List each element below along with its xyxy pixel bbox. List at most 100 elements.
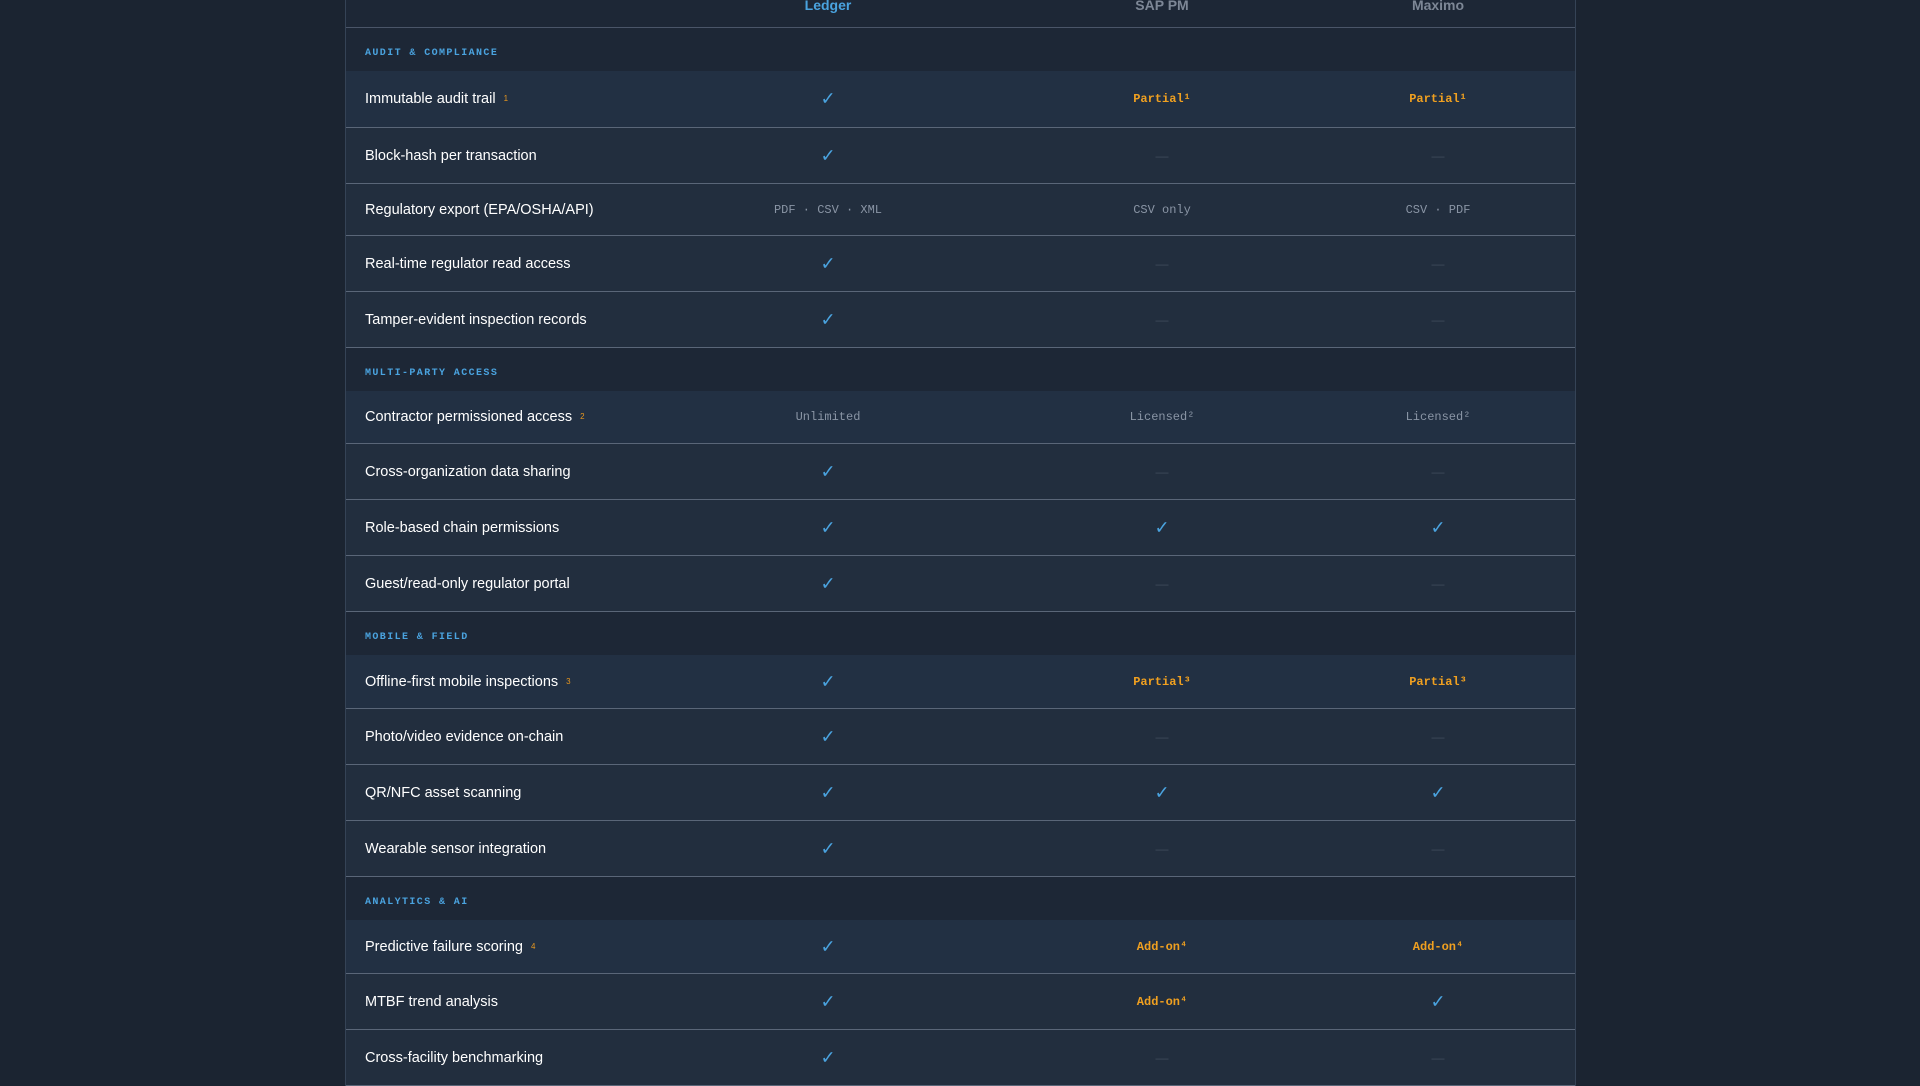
table-row: Contractor permissioned access 2 Unlimited…: [346, 391, 1575, 444]
feature-text: Predictive failure scoring: [365, 938, 523, 955]
dash-icon: —: [1431, 256, 1445, 271]
table-body: AUDIT & COMPLIANCE Immutable audit trail 1…: [346, 28, 1575, 1086]
table-row: QR/NFC asset scanning ✓ ✓ ✓: [346, 765, 1575, 821]
feature-label: MTBF trend analysis: [365, 994, 498, 1010]
dash-icon: —: [1155, 1050, 1169, 1065]
cell-value: Licensed²: [1129, 410, 1195, 424]
table-row: MTBF trend analysis ✓ Add-on⁴ ✓: [346, 974, 1575, 1030]
check-icon: ✓: [1154, 517, 1170, 537]
feature-text: Contractor permissioned access: [365, 409, 573, 425]
table-row: Block-hash per transaction ✓ — —: [346, 128, 1575, 184]
check-icon: ✓: [1154, 782, 1170, 802]
check-icon: ✓: [820, 253, 836, 273]
feature-text: MTBF trend analysis: [365, 993, 498, 1010]
cell-value: Unlimited: [795, 410, 861, 424]
cell-value: Licensed²: [1405, 410, 1471, 424]
dash-icon: —: [1431, 464, 1445, 479]
cell-value: Partial¹: [1133, 92, 1191, 106]
feature-label: Cross-facility benchmarking: [365, 1050, 543, 1066]
table-row: Tamper-evident inspection records ✓ — —: [346, 292, 1575, 348]
feature-label: Regulatory export (EPA/OSHA/API): [365, 202, 594, 218]
dash-icon: —: [1155, 312, 1169, 327]
footnote-marker[interactable]: 2: [580, 412, 584, 421]
feature-label: Guest/read-only regulator portal: [365, 576, 570, 592]
feature-label: Contractor permissioned access 2: [365, 409, 585, 425]
dash-icon: —: [1431, 576, 1445, 591]
dash-icon: —: [1431, 148, 1445, 163]
dash-icon: —: [1155, 576, 1169, 591]
feature-label: Predictive failure scoring 4: [365, 939, 535, 955]
cell-value: Partial¹: [1409, 92, 1467, 106]
check-icon: ✓: [820, 461, 836, 481]
cell-value: Add-on⁴: [1136, 994, 1188, 1009]
table-row: Predictive failure scoring 4 ✓ Add-on⁴ Add-o…: [346, 920, 1575, 974]
dash-icon: —: [1155, 841, 1169, 856]
dash-icon: —: [1155, 256, 1169, 271]
cell-value: Partial³: [1409, 674, 1467, 689]
cell-value: Add-on⁴: [1412, 939, 1464, 954]
feature-text: Wearable sensor integration: [365, 840, 547, 857]
table-row: Real-time regulator read access ✓ — —: [346, 236, 1575, 292]
table-row: Wearable sensor integration ✓ — —: [346, 821, 1575, 877]
cell-value: CSV · PDF: [1405, 202, 1471, 217]
feature-text: Regulatory export (EPA/OSHA/API): [365, 201, 594, 218]
footnote-marker[interactable]: 3: [566, 677, 570, 686]
feature-text: QR/NFC asset scanning: [365, 784, 522, 801]
check-icon: ✓: [820, 671, 836, 691]
feature-text: Offline-first mobile inspections: [365, 673, 559, 690]
section-header: MOBILE & FIELD: [346, 612, 1575, 655]
feature-label: Tamper-evident inspection records: [365, 312, 587, 328]
comparison-table: Ledger SAP PM Maximo AUDIT & COMPLIANCE I…: [345, 0, 1576, 1086]
feature-text: Cross-facility benchmarking: [365, 1049, 544, 1066]
check-icon: ✓: [820, 782, 836, 802]
check-icon: ✓: [820, 991, 836, 1011]
feature-label: Real-time regulator read access: [365, 256, 571, 272]
feature-label: Immutable audit trail 1: [365, 91, 508, 107]
feature-label: Role-based chain permissions: [365, 520, 559, 536]
table-row: Role-based chain permissions ✓ ✓ ✓: [346, 500, 1575, 556]
dash-icon: —: [1155, 729, 1169, 744]
dash-icon: —: [1431, 841, 1445, 856]
feature-label: Offline-first mobile inspections 3: [365, 674, 571, 690]
feature-text: Tamper-evident inspection records: [365, 311, 587, 328]
table-row: Cross-facility benchmarking ✓ — —: [346, 1030, 1575, 1086]
feature-text: Immutable audit trail: [365, 91, 496, 107]
table-header: Ledger SAP PM Maximo: [346, 0, 1575, 28]
section-label: AUDIT & COMPLIANCE: [365, 48, 499, 59]
table-row: Photo/video evidence on-chain ✓ — —: [346, 709, 1575, 765]
feature-label: Wearable sensor integration: [365, 841, 546, 857]
cell-value: CSV only: [1133, 202, 1191, 217]
section-label: MULTI-PARTY ACCESS: [365, 368, 499, 379]
cell-value: PDF · CSV · XML: [773, 202, 883, 217]
footnote-marker[interactable]: 1: [504, 94, 508, 103]
check-icon: ✓: [820, 517, 836, 537]
dash-icon: —: [1155, 464, 1169, 479]
dash-icon: —: [1431, 729, 1445, 744]
footnote-marker[interactable]: 4: [531, 942, 535, 951]
check-icon: ✓: [820, 88, 836, 109]
check-icon: ✓: [820, 726, 836, 746]
feature-label: Photo/video evidence on-chain: [365, 729, 563, 745]
check-icon: ✓: [820, 145, 836, 165]
table-row: Guest/read-only regulator portal ✓ — —: [346, 556, 1575, 612]
feature-label: Block-hash per transaction: [365, 148, 537, 164]
section-header: ANALYTICS & AI: [346, 877, 1575, 920]
dash-icon: —: [1431, 1050, 1445, 1065]
dash-icon: —: [1155, 148, 1169, 163]
feature-text: Cross-organization data sharing: [365, 463, 571, 480]
feature-text: Guest/read-only regulator portal: [365, 575, 570, 592]
check-icon: ✓: [820, 936, 836, 956]
check-icon: ✓: [1430, 991, 1446, 1011]
check-icon: ✓: [820, 309, 836, 329]
check-icon: ✓: [820, 573, 836, 593]
section-label: ANALYTICS & AI: [365, 897, 469, 908]
table-row: Cross-organization data sharing ✓ — —: [346, 444, 1575, 500]
section-header: MULTI-PARTY ACCESS: [346, 348, 1575, 391]
cell-value: Partial³: [1133, 674, 1191, 689]
feature-label: Cross-organization data sharing: [365, 464, 571, 480]
table-row: Immutable audit trail 1 ✓ Partial¹ Partial¹: [346, 71, 1575, 128]
feature-text: Block-hash per transaction: [365, 147, 537, 164]
feature-label: QR/NFC asset scanning: [365, 785, 521, 801]
feature-text: Role-based chain permissions: [365, 519, 560, 536]
check-icon: ✓: [820, 1047, 836, 1067]
